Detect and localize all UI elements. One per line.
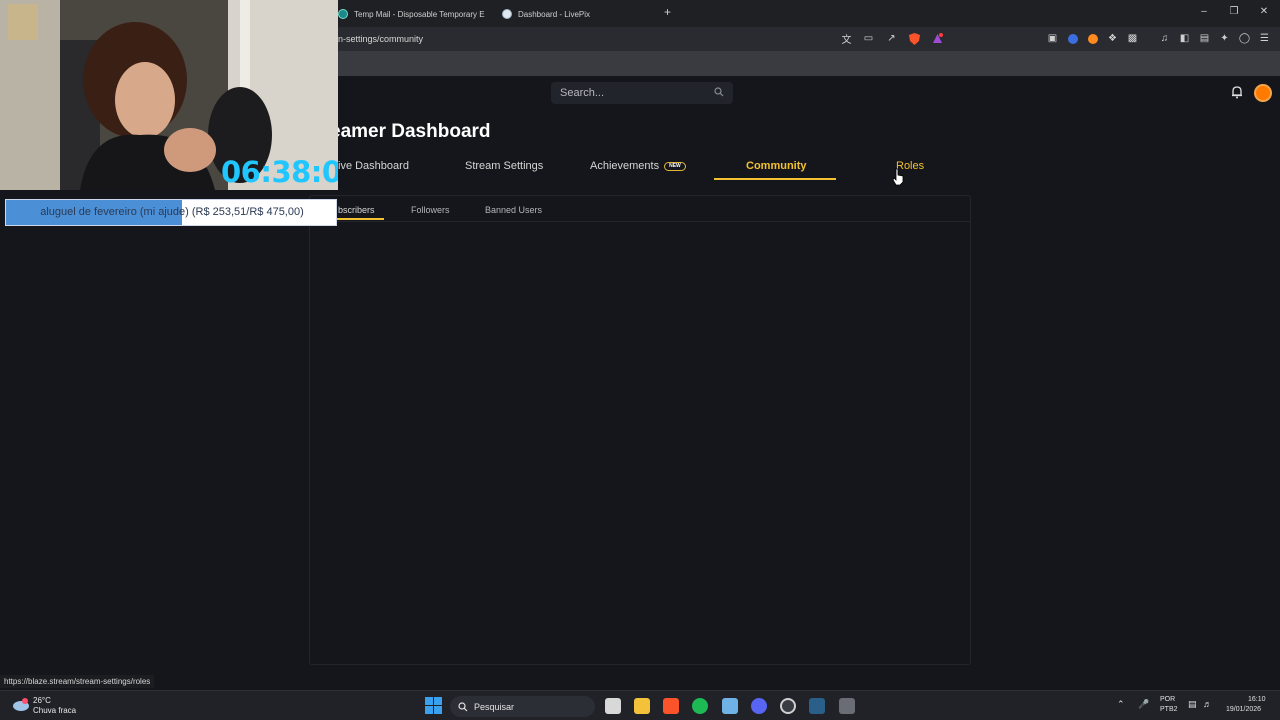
discord-icon[interactable] — [751, 698, 767, 714]
leo-ai-icon[interactable]: ✦ — [1218, 32, 1231, 45]
page-title: eamer Dashboard — [330, 121, 491, 142]
brave-shield-icon[interactable] — [908, 32, 921, 45]
subtabs-divider — [309, 221, 971, 222]
close-icon[interactable]: ✕ — [1257, 6, 1271, 17]
active-subtab-indicator — [334, 218, 384, 220]
tab-temp-mail[interactable]: Temp Mail - Disposable Temporary E — [338, 4, 488, 24]
avatar[interactable] — [1254, 84, 1272, 102]
tab-label: Dashboard - LivePix — [518, 9, 591, 19]
search-icon — [458, 702, 468, 712]
language-top[interactable]: POR — [1160, 696, 1175, 703]
bell-icon[interactable] — [1230, 85, 1244, 99]
community-panel — [309, 195, 971, 665]
file-explorer-icon[interactable] — [634, 698, 650, 714]
clock-time[interactable]: 16:10 — [1248, 696, 1266, 703]
tab-dashboard-livepix[interactable]: Dashboard - LivePix — [502, 4, 652, 24]
volume-icon[interactable]: ♬ — [1203, 699, 1212, 709]
windows-start-icon[interactable] — [425, 697, 442, 714]
cast-icon[interactable]: ▭ — [862, 32, 875, 45]
extension-cat-icon[interactable]: ▣ — [1046, 32, 1059, 45]
vpn-shield-icon[interactable]: ◯ — [1238, 32, 1251, 45]
tab-live-dashboard[interactable]: ive Dashboard — [338, 160, 409, 172]
tab-achievements[interactable]: Achievements NEW — [590, 160, 686, 172]
minimize-icon[interactable]: – — [1197, 6, 1211, 17]
sidebar-icon[interactable]: ◧ — [1178, 32, 1191, 45]
tab-stream-settings[interactable]: Stream Settings — [465, 160, 543, 172]
extension-blue-icon[interactable] — [1066, 32, 1079, 45]
weather-temperature[interactable]: 26°C — [33, 696, 51, 705]
task-view-icon[interactable] — [605, 698, 621, 714]
new-tab-button[interactable]: + — [664, 5, 671, 19]
media-icon[interactable]: ♫ — [1158, 32, 1171, 45]
clock-date[interactable]: 19/01/2026 — [1226, 706, 1261, 713]
new-badge: NEW — [664, 162, 686, 171]
search-input[interactable]: Search... — [551, 82, 733, 104]
stream-timer: 06:38:00 — [221, 155, 338, 189]
brave-rewards-icon[interactable] — [931, 32, 944, 45]
microphone-icon[interactable]: 🎤 — [1138, 699, 1149, 710]
translate-icon[interactable]: 文 — [840, 32, 853, 46]
extensions-puzzle-icon[interactable]: ❖ — [1106, 32, 1119, 45]
active-tab-indicator — [714, 178, 836, 180]
language-bottom[interactable]: PTB2 — [1160, 706, 1178, 713]
subtab-subscribers[interactable]: bscribers — [338, 205, 375, 215]
tab-community[interactable]: Community — [746, 160, 807, 172]
goal-text: aluguel de fevereiro (mi ajude) (R$ 253,… — [40, 206, 304, 218]
menu-icon[interactable]: ☰ — [1258, 32, 1271, 45]
search-icon — [714, 87, 724, 97]
restore-icon[interactable]: ❐ — [1227, 6, 1241, 17]
wallet-icon[interactable]: ▤ — [1198, 32, 1211, 45]
share-icon[interactable]: ↗ — [885, 32, 898, 45]
url-field[interactable]: n-settings/community — [338, 34, 423, 44]
weather-icon[interactable] — [12, 697, 30, 713]
obs-icon[interactable] — [780, 698, 796, 714]
extension-orange-icon[interactable] — [1086, 32, 1099, 45]
subtab-followers[interactable]: Followers — [411, 205, 450, 215]
steam-icon[interactable] — [809, 698, 825, 714]
taskbar-search-label: Pesquisar — [474, 701, 515, 712]
spotify-icon[interactable] — [692, 698, 708, 714]
brave-browser-icon[interactable] — [663, 698, 679, 714]
subtab-banned-users[interactable]: Banned Users — [485, 205, 542, 215]
windows-taskbar: 26°C Chuva fraca Pesquisar ⌃ 🎤 POR PTB2 … — [0, 690, 1280, 720]
network-icon[interactable]: ▤ — [1188, 699, 1197, 710]
status-link-preview: https://blaze.stream/stream-settings/rol… — [0, 675, 155, 688]
search-placeholder: Search... — [560, 87, 605, 99]
webcam-overlay: 06:38:00 — [0, 0, 338, 190]
weather-description[interactable]: Chuva fraca — [33, 706, 76, 715]
tab-achievements-label: Achievements — [590, 160, 660, 172]
taskbar-search[interactable]: Pesquisar — [450, 696, 595, 717]
screenshot-icon[interactable]: ▩ — [1126, 32, 1139, 45]
notepad-icon[interactable] — [722, 698, 738, 714]
tab-label: Temp Mail - Disposable Temporary E — [354, 9, 485, 19]
temp-mail-icon — [338, 9, 348, 19]
app-icon[interactable] — [839, 698, 855, 714]
livepix-icon — [502, 9, 512, 19]
chevron-up-icon[interactable]: ⌃ — [1117, 699, 1125, 710]
donation-goal-bar: aluguel de fevereiro (mi ajude) (R$ 253,… — [5, 199, 337, 226]
hand-cursor-icon — [892, 168, 904, 186]
